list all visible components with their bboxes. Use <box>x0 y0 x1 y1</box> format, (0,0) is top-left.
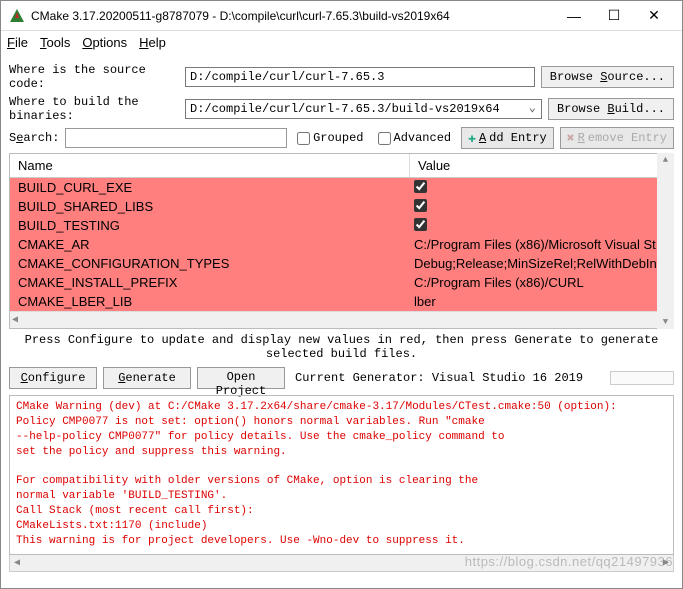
cache-checkbox[interactable] <box>414 218 427 231</box>
output-log[interactable]: CMake Warning (dev) at C:/CMake 3.17.2x6… <box>9 395 674 555</box>
cache-checkbox[interactable] <box>414 199 427 212</box>
plus-icon: ✚ <box>468 131 476 146</box>
watermark: https://blog.csdn.net/qq21497936 <box>465 554 673 569</box>
table-row[interactable]: CMAKE_CONFIGURATION_TYPESDebug;Release;M… <box>10 254 673 273</box>
add-entry-button[interactable]: ✚ Add Entry <box>461 127 554 149</box>
cache-table: Name Value BUILD_CURL_EXE BUILD_SHARED_LI… <box>9 153 674 329</box>
table-hscrollbar[interactable]: ◀▶ <box>10 311 673 328</box>
menu-file[interactable]: File <box>7 35 28 50</box>
generate-button[interactable]: Generate <box>103 367 191 389</box>
table-row[interactable]: CMAKE_INSTALL_PREFIXC:/Program Files (x8… <box>10 273 673 292</box>
cache-name: CMAKE_INSTALL_PREFIX <box>10 275 410 290</box>
configure-button[interactable]: Configure <box>9 367 97 389</box>
table-row[interactable]: CMAKE_ARC:/Program Files (x86)/Microsoft… <box>10 235 673 254</box>
menu-help[interactable]: Help <box>139 35 166 50</box>
cache-checkbox[interactable] <box>414 180 427 193</box>
app-icon <box>9 8 25 24</box>
menubar: File Tools Options Help <box>1 31 682 53</box>
cache-name: BUILD_TESTING <box>10 218 410 233</box>
cache-value[interactable] <box>410 180 673 196</box>
current-generator-label: Current Generator: Visual Studio 16 2019 <box>295 371 583 385</box>
window-title: CMake 3.17.20200511-g8787079 - D:\compil… <box>31 9 554 23</box>
progress-bar <box>610 371 674 385</box>
table-row[interactable]: BUILD_SHARED_LIBS <box>10 197 673 216</box>
advanced-checkbox[interactable]: Advanced <box>378 131 452 145</box>
search-input[interactable] <box>65 128 287 148</box>
table-vscrollbar[interactable]: ▲▼ <box>657 153 674 329</box>
cache-name: BUILD_CURL_EXE <box>10 180 410 195</box>
cache-value[interactable]: C:/Program Files (x86)/Microsoft Visual … <box>410 237 673 252</box>
cache-name: CMAKE_AR <box>10 237 410 252</box>
browse-build-button[interactable]: Browse Build... <box>548 98 674 120</box>
menu-tools[interactable]: Tools <box>40 35 70 50</box>
x-icon: ✖ <box>567 131 575 146</box>
table-row[interactable]: BUILD_CURL_EXE <box>10 178 673 197</box>
table-row[interactable]: CMAKE_LBER_LIBlber <box>10 292 673 311</box>
cache-value[interactable] <box>410 199 673 215</box>
cache-value[interactable] <box>410 218 673 234</box>
menu-options[interactable]: Options <box>82 35 127 50</box>
cache-name: CMAKE_CONFIGURATION_TYPES <box>10 256 410 271</box>
col-name[interactable]: Name <box>10 154 410 177</box>
remove-entry-button[interactable]: ✖ Remove Entry <box>560 127 674 149</box>
hint-text: Press Configure to update and display ne… <box>9 329 674 365</box>
maximize-button[interactable]: ☐ <box>594 2 634 30</box>
cache-value[interactable]: Debug;Release;MinSizeRel;RelWithDebInf <box>410 256 673 271</box>
source-label: Where is the source code: <box>9 63 179 91</box>
source-path-input[interactable] <box>185 67 535 87</box>
cache-name: CMAKE_LBER_LIB <box>10 294 410 309</box>
search-label: Search: <box>9 131 59 145</box>
cache-value[interactable]: C:/Program Files (x86)/CURL <box>410 275 673 290</box>
minimize-button[interactable]: — <box>554 2 594 30</box>
open-project-button[interactable]: Open Project <box>197 367 285 389</box>
cache-name: BUILD_SHARED_LIBS <box>10 199 410 214</box>
grouped-checkbox[interactable]: Grouped <box>297 131 363 145</box>
col-value[interactable]: Value <box>410 154 673 177</box>
build-path-input[interactable] <box>185 99 542 119</box>
table-row[interactable]: BUILD_TESTING <box>10 216 673 235</box>
cache-value[interactable]: lber <box>410 294 673 309</box>
titlebar: CMake 3.17.20200511-g8787079 - D:\compil… <box>1 1 682 31</box>
build-label: Where to build the binaries: <box>9 95 179 123</box>
close-button[interactable]: ✕ <box>634 2 674 30</box>
browse-source-button[interactable]: Browse Source... <box>541 66 674 88</box>
